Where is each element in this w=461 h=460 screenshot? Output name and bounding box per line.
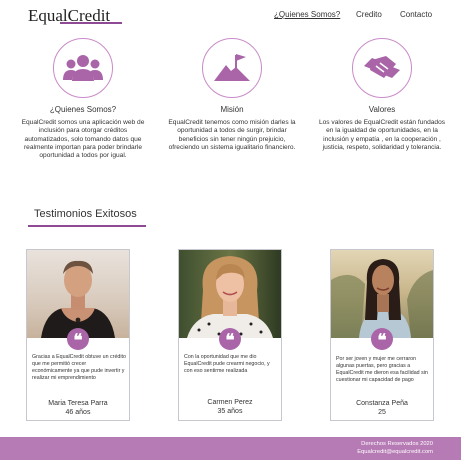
testimonial-quote: Gracias a EqualCredit obtuve un crédito … — [32, 354, 126, 381]
testimonials-underline — [28, 225, 146, 227]
quote-icon: ❝ — [219, 328, 241, 351]
feature-text: EqualCredit tenemos como misión darles l… — [168, 119, 296, 151]
feature-circle — [53, 38, 113, 98]
feature-circle — [202, 38, 262, 98]
testimonial-name: Maria Teresa Parra — [48, 400, 108, 407]
header: EqualCredit ¿Quienes Somos? Credito Cont… — [0, 0, 461, 30]
testimonial-photo — [179, 250, 281, 338]
feature-text: Los valores de EqualCredit están fundado… — [318, 119, 446, 151]
logo-underline — [60, 22, 122, 24]
testimonial-card: ❝ Gracias a EqualCredit obtuve un crédit… — [26, 249, 130, 421]
footer: Derechos Reservados 2020 Equalcredit@equ… — [0, 437, 461, 460]
users-icon — [63, 55, 103, 81]
mountain-flag-icon — [214, 54, 250, 81]
feature-title: ¿Quienes Somos? — [49, 105, 117, 114]
footer-rights: Derechos Reservados 2020 — [361, 441, 433, 447]
testimonial-quote: Con la oportunidad que me dio EqualCredi… — [184, 354, 270, 374]
nav-quienes-somos[interactable]: ¿Quienes Somos? — [274, 10, 340, 19]
testimonial-name: Carmen Perez — [207, 399, 253, 406]
testimonial-name: Constanza Peña — [356, 400, 408, 407]
testimonial-age: 25 — [378, 409, 386, 416]
quote-icon: ❝ — [371, 328, 393, 351]
testimonial-photo — [331, 250, 433, 338]
testimonial-card: ❝ Por ser joven y mujer me cerraron algu… — [330, 249, 434, 421]
testimonial-photo — [27, 250, 129, 338]
feature-text: EqualCredit somos una aplicación web de … — [21, 119, 145, 160]
nav-contacto[interactable]: Contacto — [400, 10, 432, 19]
feature-mision: Misión EqualCredit tenemos como misión d… — [162, 38, 302, 152]
handshake-icon — [364, 56, 400, 78]
testimonial-card: ❝ Con la oportunidad que me dio EqualCre… — [178, 249, 282, 421]
feature-quienes-somos: ¿Quienes Somos? EqualCredit somos una ap… — [13, 38, 153, 160]
footer-email[interactable]: Equalcredit@equalcredit.com — [357, 449, 433, 455]
testimonial-age: 35 años — [217, 408, 243, 415]
testimonial-quote: Por ser joven y mujer me cerraron alguna… — [336, 356, 428, 383]
feature-valores: Valores Los valores de EqualCredit están… — [312, 38, 452, 152]
feature-title: Valores — [368, 105, 396, 114]
testimonials-title: Testimonios Exitosos — [34, 208, 137, 220]
feature-circle — [352, 38, 412, 98]
feature-title: Misión — [220, 105, 244, 114]
nav-credito[interactable]: Credito — [356, 10, 382, 19]
quote-icon: ❝ — [67, 328, 89, 351]
testimonial-age: 46 años — [65, 409, 91, 416]
